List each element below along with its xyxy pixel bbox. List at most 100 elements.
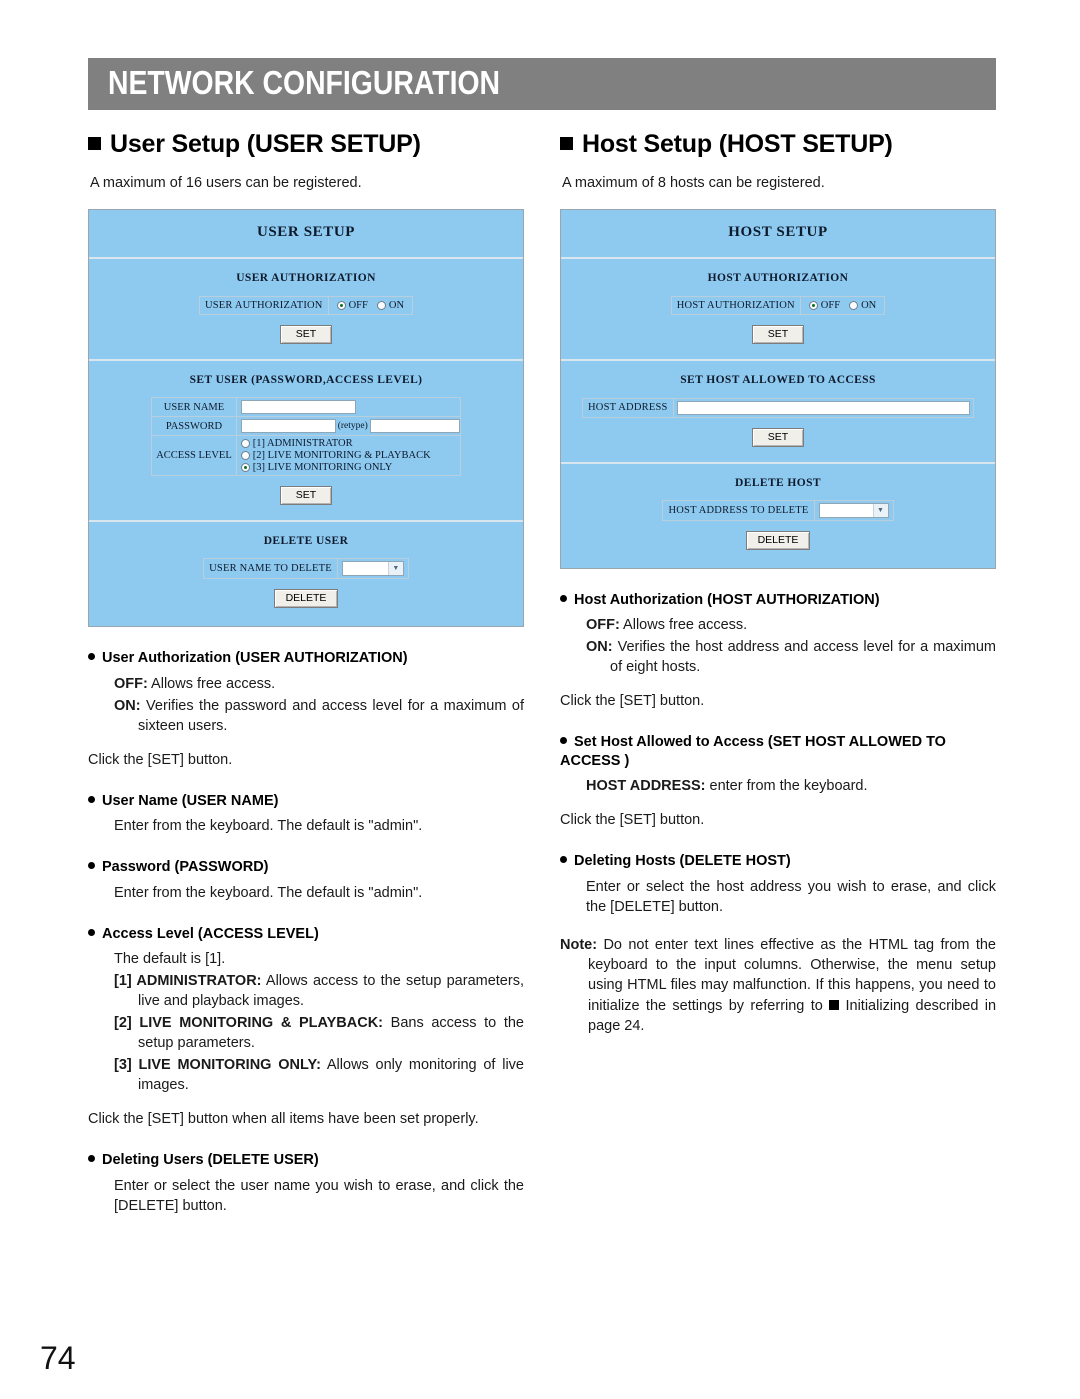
access-level-section: Access Level (ACCESS LEVEL) The default … bbox=[88, 925, 524, 1130]
user-authorization-block-title: USER AUTHORIZATION bbox=[236, 272, 376, 284]
round-bullet-icon bbox=[88, 1155, 95, 1163]
delete-user-block-title: DELETE USER bbox=[263, 535, 349, 547]
user-setup-heading-text: User Setup (USER SETUP) bbox=[110, 130, 421, 158]
host-authorization-section-heading: Host Authorization (HOST AUTHORIZATION) bbox=[560, 591, 996, 610]
radio-button-icon[interactable] bbox=[336, 301, 346, 310]
square-bullet-icon bbox=[829, 999, 840, 1010]
user-name-section-heading: User Name (USER NAME) bbox=[88, 792, 524, 811]
access-level-option-3[interactable]: [3] LIVE MONITORING ONLY bbox=[240, 462, 456, 473]
radio-button-icon[interactable] bbox=[376, 301, 386, 310]
user-authorization-section-heading: User Authorization (USER AUTHORIZATION) bbox=[88, 649, 524, 668]
access-level-item-3: [3] LIVE MONITORING ONLY: Allows only mo… bbox=[114, 1057, 524, 1094]
host-setup-heading: Host Setup (HOST SETUP) bbox=[560, 130, 996, 159]
note-label: Note: bbox=[560, 936, 598, 953]
access-level-set-instruction: Click the [SET] button when all items ha… bbox=[88, 1111, 479, 1128]
radio-button-icon[interactable] bbox=[240, 451, 250, 460]
access-level-option-3-label: [3] LIVE MONITORING ONLY bbox=[252, 462, 393, 473]
delete-host-field-row: HOST ADDRESS TO DELETE ▼ bbox=[662, 499, 894, 521]
set-host-allowed-set-instruction: Click the [SET] button. bbox=[560, 812, 705, 829]
deleting-hosts-section-body: Enter or select the host address you wis… bbox=[586, 878, 996, 915]
table-row: ACCESS LEVEL [1] ADMINISTRATOR [2] LIVE … bbox=[151, 435, 461, 476]
host-authorization-on-line: ON: Verifies the host address and access… bbox=[586, 639, 996, 676]
radio-button-icon[interactable] bbox=[240, 463, 250, 472]
host-authorization-field-row: HOST AUTHORIZATION OFF ON bbox=[670, 296, 886, 315]
host-authorization-section: Host Authorization (HOST AUTHORIZATION) … bbox=[560, 591, 996, 712]
password-input[interactable] bbox=[240, 419, 336, 433]
access-level-item-1: [1] ADMINISTRATOR: Allows access to the … bbox=[114, 973, 524, 1010]
deleting-hosts-section-heading: Deleting Hosts (DELETE HOST) bbox=[560, 852, 996, 871]
chapter-header-bar: NETWORK CONFIGURATION bbox=[88, 58, 996, 110]
round-bullet-icon bbox=[88, 795, 95, 803]
table-row: USER NAME bbox=[151, 397, 461, 417]
user-name-cell bbox=[235, 397, 461, 417]
user-authorization-off-line: OFF: Allows free access. bbox=[114, 675, 276, 692]
delete-host-delete-button[interactable]: DELETE bbox=[745, 530, 811, 550]
user-setup-heading: User Setup (USER SETUP) bbox=[88, 130, 524, 159]
host-address-field-label: HOST ADDRESS bbox=[583, 398, 674, 417]
set-host-allowed-section: Set Host Allowed to Access (SET HOST ALL… bbox=[560, 733, 996, 830]
set-host-allowed-block-title: SET HOST ALLOWED TO ACCESS bbox=[680, 374, 876, 386]
chevron-down-icon[interactable]: ▼ bbox=[872, 503, 888, 517]
delete-host-field-label: HOST ADDRESS TO DELETE bbox=[663, 500, 815, 520]
user-name-input[interactable] bbox=[240, 400, 356, 414]
user-setup-intro: A maximum of 16 users can be registered. bbox=[90, 175, 362, 191]
host-address-to-delete-select[interactable]: ▼ bbox=[818, 502, 889, 518]
user-name-to-delete-select[interactable]: ▼ bbox=[341, 561, 404, 576]
host-address-to-delete-value bbox=[820, 504, 873, 517]
round-bullet-icon bbox=[560, 737, 567, 745]
square-bullet-icon bbox=[88, 137, 101, 150]
delete-host-block-title: DELETE HOST bbox=[735, 476, 821, 489]
host-address-input[interactable] bbox=[676, 400, 970, 415]
host-authorization-off-line: OFF: Allows free access. bbox=[586, 617, 748, 634]
delete-user-field-label: USER NAME TO DELETE bbox=[204, 559, 338, 578]
host-authorization-field-label: HOST AUTHORIZATION bbox=[672, 297, 801, 314]
right-column: Host Setup (HOST SETUP) A maximum of 8 h… bbox=[560, 130, 996, 1036]
access-level-option-1-label: [1] ADMINISTRATOR bbox=[252, 438, 353, 449]
access-level-option-2[interactable]: [2] LIVE MONITORING & PLAYBACK bbox=[240, 450, 456, 461]
user-setup-panel-title: USER SETUP bbox=[89, 210, 523, 259]
host-authorization-radio-group[interactable]: OFF ON bbox=[801, 297, 884, 314]
deleting-users-section: Deleting Users (DELETE USER) Enter or se… bbox=[88, 1151, 524, 1216]
host-address-instruction-line: HOST ADDRESS: enter from the keyboard. bbox=[586, 778, 868, 795]
host-address-field-row: HOST ADDRESS bbox=[582, 397, 974, 418]
password-retype-label: (retype) bbox=[337, 421, 368, 431]
user-authorization-radio-group[interactable]: OFF ON bbox=[329, 297, 412, 314]
radio-button-icon[interactable] bbox=[808, 301, 818, 310]
host-setup-heading-text: Host Setup (HOST SETUP) bbox=[582, 130, 893, 158]
user-authorization-radio-off-label: OFF bbox=[348, 300, 368, 311]
square-bullet-icon bbox=[560, 137, 573, 150]
set-host-allowed-block: SET HOST ALLOWED TO ACCESS HOST ADDRESS … bbox=[561, 361, 995, 464]
host-authorization-block-title: HOST AUTHORIZATION bbox=[707, 272, 849, 284]
note-paragraph: Note: Do not enter text lines effective … bbox=[560, 935, 996, 1036]
host-authorization-radio-off[interactable]: OFF bbox=[808, 300, 840, 311]
access-level-option-1[interactable]: [1] ADMINISTRATOR bbox=[240, 438, 456, 449]
password-retype-input[interactable] bbox=[369, 419, 460, 433]
password-section-heading: Password (PASSWORD) bbox=[88, 858, 524, 877]
delete-user-delete-button[interactable]: DELETE bbox=[273, 589, 339, 608]
password-section: Password (PASSWORD) Enter from the keybo… bbox=[88, 858, 524, 903]
set-user-set-button[interactable]: SET bbox=[280, 486, 332, 505]
user-authorization-set-button[interactable]: SET bbox=[280, 325, 332, 344]
access-level-section-heading: Access Level (ACCESS LEVEL) bbox=[88, 925, 524, 944]
radio-button-icon[interactable] bbox=[240, 439, 250, 448]
host-authorization-set-instruction: Click the [SET] button. bbox=[560, 693, 705, 710]
access-level-cell: [1] ADMINISTRATOR [2] LIVE MONITORING & … bbox=[235, 435, 461, 476]
access-level-radio-group[interactable]: [1] ADMINISTRATOR [2] LIVE MONITORING & … bbox=[240, 438, 456, 473]
user-authorization-field-label: USER AUTHORIZATION bbox=[200, 297, 329, 314]
round-bullet-icon bbox=[88, 653, 95, 660]
user-authorization-set-instruction: Click the [SET] button. bbox=[88, 751, 233, 768]
user-authorization-radio-off[interactable]: OFF bbox=[336, 300, 368, 311]
password-section-body: Enter from the keyboard. The default is … bbox=[114, 884, 423, 901]
set-user-block: SET USER (PASSWORD,ACCESS LEVEL) USER NA… bbox=[89, 361, 523, 522]
chevron-down-icon[interactable]: ▼ bbox=[387, 562, 403, 575]
set-host-allowed-set-button[interactable]: SET bbox=[752, 427, 804, 447]
host-authorization-set-button[interactable]: SET bbox=[752, 325, 804, 344]
user-name-label: USER NAME bbox=[151, 397, 237, 417]
deleting-users-section-heading: Deleting Users (DELETE USER) bbox=[88, 1151, 524, 1170]
user-authorization-field-row: USER AUTHORIZATION OFF ON bbox=[198, 296, 414, 315]
user-authorization-radio-on[interactable]: ON bbox=[376, 300, 404, 311]
host-authorization-radio-on[interactable]: ON bbox=[849, 300, 876, 311]
radio-button-icon[interactable] bbox=[849, 301, 859, 310]
table-row: PASSWORD (retype) bbox=[151, 416, 461, 436]
chapter-title: NETWORK CONFIGURATION bbox=[108, 64, 501, 102]
